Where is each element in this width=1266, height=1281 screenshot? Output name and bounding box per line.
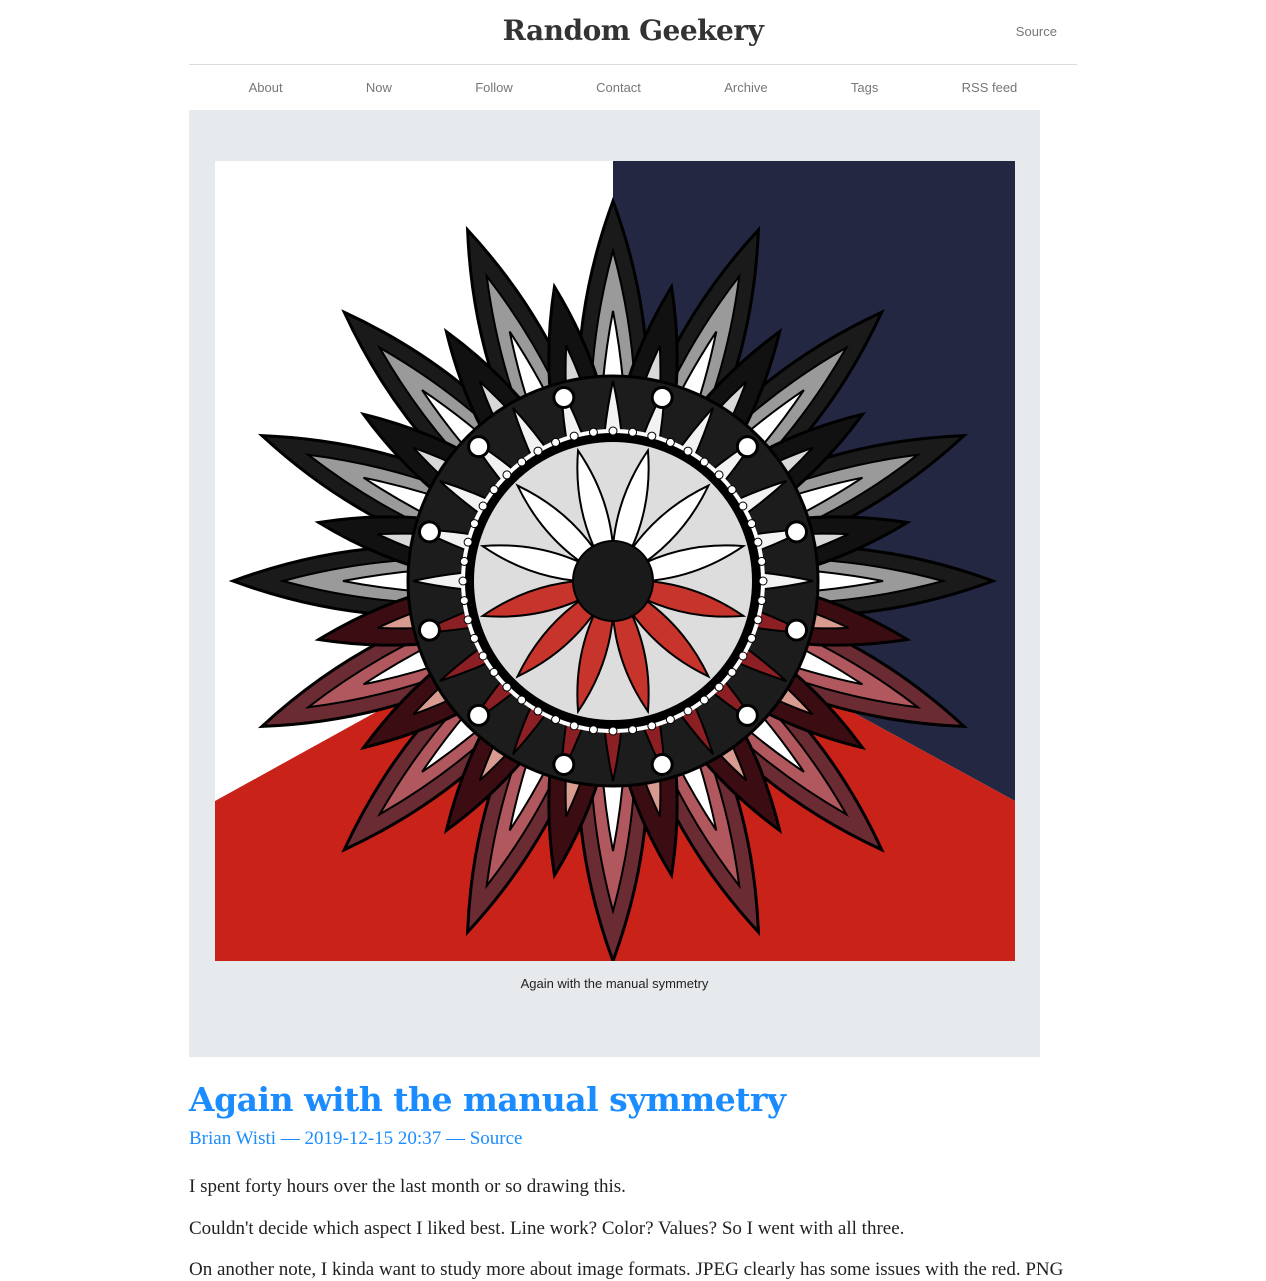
main-nav: About Now Follow Contact Archive Tags RS… [189,65,1077,110]
nav-tags[interactable]: Tags [851,80,878,95]
post-paragraph: On another note, I kinda want to study m… [189,1259,1064,1280]
byline-separator: — [280,1128,300,1149]
nav-now[interactable]: Now [366,80,392,95]
post-title-link[interactable]: Again with the manual symmetry [189,1080,786,1119]
post-byline: Brian Wisti — 2019-12-15 20:37 — Source [189,1128,522,1150]
header-source-link[interactable]: Source [1016,24,1057,39]
byline-separator: — [445,1128,465,1149]
post-figure: Again with the manual symmetry [189,110,1040,1057]
mandala-artwork-image[interactable] [215,161,1015,961]
nav-about[interactable]: About [249,80,283,95]
date-link[interactable]: 2019-12-15 20:37 [305,1128,442,1149]
nav-archive[interactable]: Archive [724,80,767,95]
site-header: Random Geekery Source [189,0,1077,65]
nav-contact[interactable]: Contact [596,80,641,95]
nav-follow[interactable]: Follow [475,80,513,95]
figure-caption: Again with the manual symmetry [520,976,709,991]
author-link[interactable]: Brian Wisti [189,1128,276,1149]
nav-rss-feed[interactable]: RSS feed [962,80,1018,95]
post-paragraph: I spent forty hours over the last month … [189,1176,626,1197]
post-paragraph: Couldn't decide which aspect I liked bes… [189,1218,905,1239]
post-source-link[interactable]: Source [470,1128,523,1149]
site-title-link[interactable]: Random Geekery [189,14,1077,47]
